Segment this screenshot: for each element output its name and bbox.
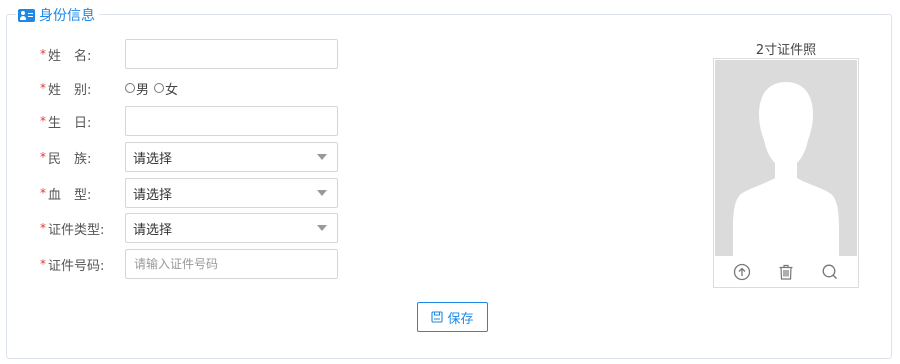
id-type-row: * 证件类型: 请选择 [40, 213, 338, 243]
required-mark: * [40, 257, 46, 271]
photo-toolbar [714, 257, 858, 287]
blood-type-select[interactable]: 请选择 [125, 178, 338, 208]
dropdown-caret-icon [317, 154, 327, 160]
required-mark: * [40, 186, 46, 200]
required-mark: * [40, 47, 46, 61]
gender-radio-group: 男 女 [125, 79, 183, 98]
birthday-label: * 生 日: [40, 114, 92, 131]
required-mark: * [40, 114, 46, 128]
avatar-silhouette-icon [733, 82, 839, 256]
required-mark: * [40, 81, 46, 95]
ethnicity-row: * 民 族: 请选择 [40, 142, 338, 172]
birthday-input[interactable] [126, 107, 337, 135]
required-mark: * [40, 150, 46, 164]
radio-circle-icon[interactable] [125, 83, 135, 93]
radio-circle-icon[interactable] [154, 83, 165, 93]
name-row: * 姓 名: [40, 39, 338, 69]
photo-upload-box [713, 58, 859, 288]
trash-icon[interactable] [775, 261, 797, 283]
name-input[interactable] [126, 40, 337, 68]
blood-type-select-value: 请选择 [133, 187, 173, 203]
blood-type-row: * 血 型: 请选择 [40, 178, 338, 208]
birthday-input-box [125, 106, 338, 136]
required-mark: * [40, 221, 46, 235]
upload-icon[interactable] [731, 261, 753, 283]
id-number-label: * 证件号码: [40, 257, 105, 274]
section-legend: 身份信息 [16, 5, 99, 25]
ethnicity-select-value: 请选择 [133, 151, 173, 167]
save-button-label: 保存 [447, 311, 474, 327]
name-label: * 姓 名: [40, 47, 92, 64]
id-number-input[interactable] [126, 250, 337, 278]
name-input-box [125, 39, 338, 69]
id-type-label: * 证件类型: [40, 221, 105, 238]
ethnicity-select[interactable]: 请选择 [125, 142, 338, 172]
gender-male-radio[interactable]: 男 [125, 79, 149, 98]
blood-type-label: * 血 型: [40, 186, 92, 203]
save-icon [431, 311, 444, 323]
dropdown-caret-icon [317, 225, 327, 231]
id-number-row: * 证件号码: [40, 249, 338, 279]
birthday-row: * 生 日: [40, 106, 338, 136]
section-title: 身份信息 [39, 8, 95, 24]
id-card-icon [18, 8, 35, 22]
id-type-select-value: 请选择 [133, 222, 173, 238]
photo-preview[interactable] [715, 60, 857, 256]
dropdown-caret-icon [317, 190, 327, 196]
save-button[interactable]: 保存 [417, 302, 488, 332]
id-type-select[interactable]: 请选择 [125, 213, 338, 243]
ethnicity-label: * 民 族: [40, 150, 92, 167]
id-number-input-box [125, 249, 338, 279]
gender-row: * 姓 别: 男 女 [40, 73, 183, 103]
search-icon[interactable] [819, 261, 841, 283]
photo-title: 2寸证件照 [755, 43, 817, 58]
gender-female-radio[interactable]: 女 [154, 79, 178, 98]
gender-label: * 姓 别: [40, 81, 92, 98]
